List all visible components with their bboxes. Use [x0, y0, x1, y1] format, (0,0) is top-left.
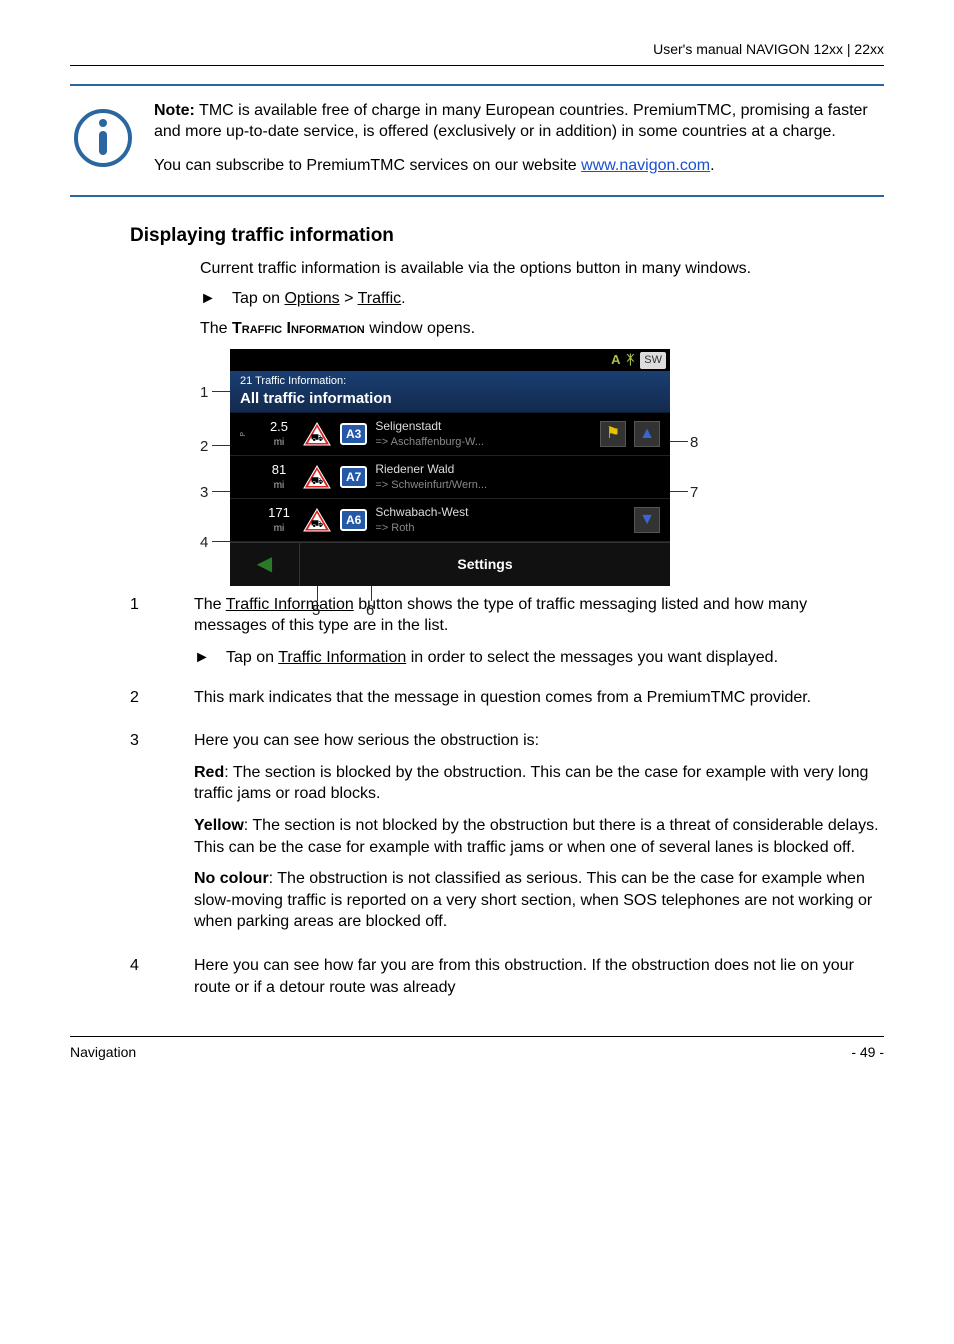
- definition-text: This mark indicates that the message in …: [194, 687, 884, 719]
- callout-7: 7: [690, 483, 698, 503]
- signal-icon: ᛡ: [626, 351, 634, 369]
- tap-instruction: ► Tap on Options > Traffic.: [200, 288, 884, 310]
- definition-row: 3 Here you can see how serious the obstr…: [70, 730, 884, 943]
- callout-5: 5: [312, 601, 320, 621]
- traffic-link: Traffic: [358, 290, 402, 307]
- footer-section: Navigation: [70, 1043, 136, 1062]
- bullet-mark-icon: ►: [200, 288, 214, 310]
- distance: 81mi: [264, 463, 294, 492]
- warning-icon: ⛟: [302, 464, 332, 490]
- callout-1: 1: [200, 383, 208, 403]
- product-title: User's manual NAVIGON 12xx | 22xx: [653, 41, 884, 57]
- annotation-wrapper: 1 2 3 4 5 6 8 7 A ᛡ SW: [200, 349, 720, 586]
- traffic-info-header[interactable]: 21 Traffic Information: All traffic info…: [230, 371, 670, 413]
- incident-text: Riedener Wald => Schweinfurt/Wern...: [375, 462, 592, 492]
- footer-page: - 49 -: [851, 1043, 884, 1062]
- traffic-filter: All traffic information: [240, 389, 660, 409]
- definition-number: 3: [130, 730, 170, 943]
- callout-6: 6: [366, 601, 374, 621]
- bullet-mark-icon: ►: [194, 647, 208, 669]
- traffic-count: 21 Traffic Information:: [240, 374, 660, 389]
- note-paragraph-2: You can subscribe to PremiumTMC services…: [154, 155, 884, 177]
- direction-badge: SW: [640, 352, 666, 369]
- scroll-up-button[interactable]: ▲: [634, 421, 660, 447]
- sub-bullet: ► Tap on Traffic Information in order to…: [194, 647, 884, 669]
- screenshot-block: 1 2 3 4 5 6 8 7 A ᛡ SW: [200, 349, 884, 586]
- road-badge: A3: [340, 423, 367, 445]
- distance: 171mi: [264, 506, 294, 535]
- navigon-link[interactable]: www.navigon.com: [581, 157, 710, 174]
- definition-text: Here you can see how serious the obstruc…: [194, 730, 884, 943]
- definition-text: The Traffic Information button shows the…: [194, 594, 884, 675]
- callout-3: 3: [200, 483, 208, 503]
- traffic-row[interactable]: P 2.5mi ⛟ A3 Seligenstadt => Aschaffenbu…: [230, 413, 670, 456]
- definition-text: Here you can see how far you are from th…: [194, 955, 884, 1008]
- road-badge: A6: [340, 509, 367, 531]
- options-link: Options: [284, 290, 339, 307]
- definition-number: 4: [130, 955, 170, 1008]
- red-label: Red: [194, 764, 224, 781]
- settings-button[interactable]: Settings: [300, 543, 670, 586]
- section-body: Current traffic information is available…: [200, 258, 884, 586]
- warning-icon: ⛟: [302, 507, 332, 533]
- window-opens-text: The Traffic Information window opens.: [200, 318, 884, 340]
- note-block: Note: TMC is available free of charge in…: [70, 84, 884, 197]
- destination-flag-icon: ⚑: [600, 421, 626, 447]
- callout-2: 2: [200, 437, 208, 457]
- note-label: Note:: [154, 102, 195, 119]
- svg-text:⛟: ⛟: [311, 519, 324, 530]
- callout-8: 8: [690, 433, 698, 453]
- definition-row: 1 The Traffic Information button shows t…: [70, 594, 884, 675]
- gps-icon: A: [611, 351, 620, 369]
- definition-row: 4 Here you can see how far you are from …: [70, 955, 884, 1008]
- callout-4: 4: [200, 533, 208, 553]
- page-header: User's manual NAVIGON 12xx | 22xx: [70, 40, 884, 66]
- note-text: Note: TMC is available free of charge in…: [154, 100, 884, 177]
- traffic-row[interactable]: 81mi ⛟ A7 Riedener Wald => Schweinfurt/W…: [230, 456, 670, 499]
- note-paragraph-1: Note: TMC is available free of charge in…: [154, 100, 884, 143]
- scroll-down-button[interactable]: ▼: [634, 507, 660, 533]
- premium-tmc-badge: P: [240, 432, 256, 437]
- definition-row: 2 This mark indicates that the message i…: [70, 687, 884, 719]
- definition-number: 1: [130, 594, 170, 675]
- no-colour-label: No colour: [194, 870, 269, 887]
- section-heading: Displaying traffic information: [130, 223, 884, 249]
- yellow-label: Yellow: [194, 817, 244, 834]
- incident-text: Seligenstadt => Aschaffenburg-W...: [375, 419, 592, 449]
- status-bar: A ᛡ SW: [230, 349, 670, 371]
- note-icon: [70, 100, 136, 177]
- traffic-information-action-ref: Traffic Information: [278, 649, 406, 666]
- definition-number: 2: [130, 687, 170, 719]
- device-screen: A ᛡ SW 21 Traffic Information: All traff…: [230, 349, 670, 586]
- traffic-info-caps: Traffic Information: [232, 320, 365, 337]
- back-button[interactable]: ◀: [230, 543, 300, 586]
- road-badge: A7: [340, 466, 367, 488]
- distance: 2.5mi: [264, 420, 294, 449]
- traffic-row[interactable]: 171mi ⛟ A6 Schwabach-West => Roth ▼: [230, 499, 670, 542]
- page-footer: Navigation - 49 -: [70, 1036, 884, 1062]
- svg-text:⛟: ⛟: [311, 476, 324, 487]
- incident-text: Schwabach-West => Roth: [375, 505, 592, 535]
- svg-text:⛟: ⛟: [311, 433, 324, 444]
- traffic-information-button-ref: Traffic Information: [226, 596, 354, 613]
- intro-paragraph: Current traffic information is available…: [200, 258, 884, 280]
- bottom-bar: ◀ Settings: [230, 542, 670, 586]
- warning-icon: ⛟: [302, 421, 332, 447]
